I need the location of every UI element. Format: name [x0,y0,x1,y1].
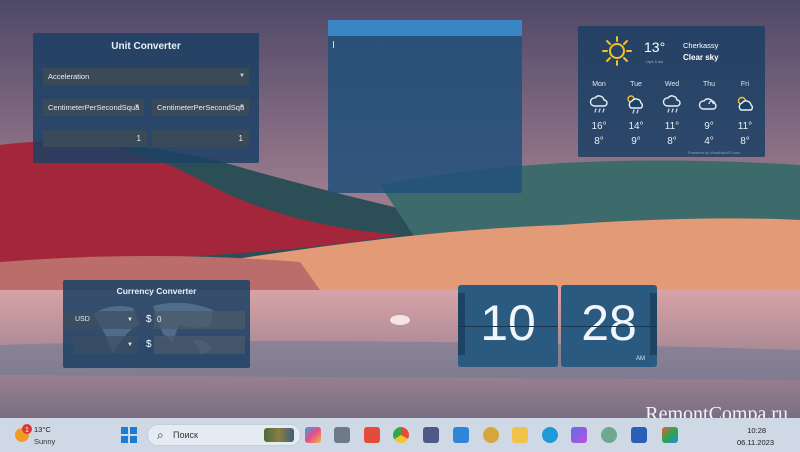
floppy-save-icon[interactable] [423,427,439,443]
task-view-icon[interactable] [334,427,350,443]
sun-rain-cloud-icon [627,95,643,114]
day-low: 8° [594,136,604,147]
chevron-down-icon: ▼ [127,342,133,348]
skype-icon[interactable] [542,427,558,443]
day-low: 8° [740,136,750,147]
clock-ampm: AM [636,356,645,362]
word-icon[interactable] [631,427,647,443]
chevron-down-icon: ▼ [134,104,140,110]
from-unit-value: CentimeterPerSecondSqua [48,103,140,112]
powered-by-label: Powered by WeatherAPI.com [688,150,741,155]
amount-input[interactable]: 0 [154,311,245,329]
taskbar-time[interactable]: 10:28 [747,426,766,435]
widgets-icon[interactable] [305,427,321,443]
rain-cloud-icon [662,95,681,113]
clock-minutes: 28 [581,295,637,351]
from-currency-symbol: $ [146,314,152,325]
flip-divider [561,326,657,327]
unit-converter-title: Unit Converter [111,41,181,52]
currency-converter-title: Currency Converter [116,286,197,296]
text-cursor [333,41,334,48]
chevron-down-icon: ▼ [127,317,133,323]
current-temperature: 13° [644,39,666,55]
copilot-icon[interactable] [571,427,587,443]
chrome-icon[interactable] [393,427,409,443]
windows-logo-icon [130,427,137,434]
rain-cloud-icon [589,95,608,113]
result-output [154,336,245,354]
from-currency-value: USD [75,316,90,323]
day-high: 9° [704,121,714,132]
currency-converter-widget: Currency Converter USD ▼ $ 0 ▼ $ [63,280,250,368]
window-title-bar[interactable] [328,20,522,36]
city-name: Cherkassy [683,41,719,50]
day-high: 16° [591,121,607,132]
windows-logo-icon [121,427,128,434]
windows-logo-icon [130,436,137,443]
day-low: 9° [631,136,641,147]
taskbar-date[interactable]: 06.11.2023 [737,438,774,447]
chevron-down-icon: ▼ [239,104,245,110]
sun-icon [602,36,632,66]
cloud-icon [698,98,717,110]
flip-divider [458,326,558,327]
chatgpt-icon[interactable] [601,427,617,443]
from-value-input[interactable]: 1 [43,130,147,147]
chevron-down-icon: ▼ [239,73,245,79]
eye-app-icon[interactable] [483,427,499,443]
search-placeholder: Поиск [173,430,198,440]
blank-widget-window [328,20,522,193]
clock-hours-card: 10 [458,285,558,367]
day-name: Fri [740,81,750,88]
start-button[interactable] [121,427,137,443]
to-currency-dropdown[interactable]: ▼ [73,336,138,354]
day-name: Wed [664,81,680,88]
file-explorer-icon[interactable] [512,427,528,443]
day-low: 4° [704,136,714,147]
recorder-icon[interactable] [364,427,380,443]
day-high: 11° [664,121,680,132]
store-icon[interactable] [662,427,678,443]
taskbar-weather-condition: Sunny [34,437,56,446]
to-currency-symbol: $ [146,339,152,350]
from-unit-dropdown[interactable]: CentimeterPerSecondSqua ▼ [43,99,144,116]
weather-widget: 13° Upd 4 ms Cherkassy Clear sky Mon Tue… [578,26,765,157]
checkmark-todo-icon[interactable] [453,427,469,443]
day-low: 8° [667,136,677,147]
to-value-input[interactable]: 1 [152,130,249,147]
sun-cloud-icon [737,96,753,111]
from-currency-dropdown[interactable]: USD ▼ [63,311,138,329]
sky-condition: Clear sky [683,53,719,62]
to-unit-dropdown[interactable]: CentimeterPerSecondSqu ▼ [152,99,249,116]
unit-converter-widget: Unit Converter Acceleration ▼ Centimeter… [33,33,259,163]
weather-badge: 1 [25,427,29,434]
sun-weather-icon: 1 [15,424,32,442]
day-name: Tue [630,81,642,88]
search-highlight-image [264,428,294,442]
day-name: Thu [702,81,716,88]
day-high: 11° [737,121,753,132]
search-icon: ⌕ [157,428,164,442]
taskbar-search-box[interactable]: ⌕ Поиск [147,424,301,446]
day-high: 14° [628,121,644,132]
to-unit-value: CentimeterPerSecondSqu [157,103,245,112]
taskbar: 1 13°C Sunny ⌕ Поиск 10:28 06.11.2023 [0,418,800,452]
taskbar-weather-temp: 13°C [34,425,51,434]
day-name: Mon [592,81,606,88]
clock-hours: 10 [480,295,536,351]
updated-label: Upd 4 ms [646,59,664,64]
category-value: Acceleration [48,72,90,81]
windows-logo-icon [121,436,128,443]
clock-minutes-card: 28 AM [561,285,657,367]
category-dropdown[interactable]: Acceleration ▼ [43,68,249,85]
